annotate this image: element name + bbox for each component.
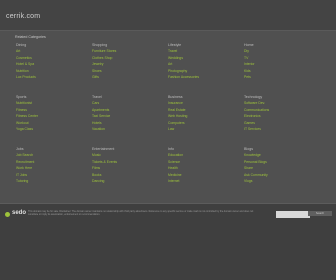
category-link[interactable]: Vlogs bbox=[244, 178, 320, 185]
category-link[interactable]: IT Services bbox=[244, 126, 320, 133]
category-link[interactable]: Internet bbox=[168, 178, 244, 185]
category-link[interactable]: Dancing bbox=[92, 178, 168, 185]
category-link[interactable]: Art bbox=[16, 48, 92, 55]
category-link[interactable]: Web Hosting bbox=[168, 113, 244, 120]
category-link[interactable]: Tutoring bbox=[16, 178, 92, 185]
category-block: Info Education Science Health Medicine Intern… bbox=[168, 146, 244, 198]
category-link[interactable]: Work Here bbox=[16, 165, 92, 172]
category-link[interactable]: Education bbox=[168, 152, 244, 159]
category-link[interactable]: Electronics bbox=[244, 113, 320, 120]
category-link[interactable]: Books bbox=[92, 172, 168, 179]
category-link[interactable]: Hotels bbox=[92, 120, 168, 127]
category-link[interactable]: IT Jobs bbox=[16, 172, 92, 179]
category-link[interactable]: Insurance bbox=[168, 100, 244, 107]
category-link[interactable]: Vacation bbox=[92, 126, 168, 133]
category-link[interactable]: Taxi Service bbox=[92, 113, 168, 120]
category-link[interactable]: Communications bbox=[244, 107, 320, 114]
category-link[interactable]: Science bbox=[168, 159, 244, 166]
category-block: Dining Art Cosmetics Hotel & Spa Nutrition Lu… bbox=[16, 42, 92, 94]
category-block: Travel Cars Apartments Taxi Service Hotels Va… bbox=[92, 94, 168, 146]
category-link[interactable]: Interior bbox=[244, 61, 320, 68]
logo-text: sedo bbox=[12, 210, 27, 216]
category-link[interactable]: Gifts bbox=[92, 74, 168, 81]
category-link[interactable]: Games bbox=[244, 120, 320, 127]
category-link[interactable]: Law bbox=[168, 126, 244, 133]
category-block: Technology Software Dev. Communications Ele… bbox=[244, 94, 320, 146]
category-block: Jobs Job Search Recruitment Work Here IT Job… bbox=[16, 146, 92, 198]
category-link[interactable]: Computers bbox=[168, 120, 244, 127]
category-link[interactable]: Recruitment bbox=[16, 159, 92, 166]
category-link[interactable]: Weddings bbox=[168, 55, 244, 62]
category-link[interactable]: Diy bbox=[244, 48, 320, 55]
category-block: Home Diy TV Interior Kids Pets bbox=[244, 42, 320, 94]
footer-divider bbox=[0, 203, 336, 204]
category-link[interactable]: Travel bbox=[168, 48, 244, 55]
search-input[interactable] bbox=[276, 211, 310, 218]
category-link[interactable]: Knowledge bbox=[244, 152, 320, 159]
category-link[interactable]: Apartments bbox=[92, 107, 168, 114]
category-link[interactable]: Photography bbox=[168, 68, 244, 75]
category-link[interactable]: Art bbox=[168, 61, 244, 68]
category-link[interactable]: Personal Blogs bbox=[244, 159, 320, 166]
category-link[interactable]: Software Dev. bbox=[244, 100, 320, 107]
category-link[interactable]: Medicine bbox=[168, 172, 244, 179]
disclaimer-text: This domain may be for sale. Disclaimer:… bbox=[28, 210, 254, 217]
category-link[interactable]: Clothes Shop bbox=[92, 55, 168, 62]
category-link[interactable]: Jewelry bbox=[92, 61, 168, 68]
category-link[interactable]: Fashion Accessories bbox=[168, 74, 244, 81]
main-content: Related Categories Dining Art Cosmetics Hot… bbox=[0, 31, 336, 203]
category-link[interactable]: Workout bbox=[16, 120, 92, 127]
logo-mark-icon bbox=[5, 212, 10, 217]
category-link[interactable]: Nutritionist bbox=[16, 100, 92, 107]
category-link[interactable]: Music bbox=[92, 152, 168, 159]
category-link[interactable]: Pets bbox=[244, 74, 320, 81]
category-link[interactable]: Cosmetics bbox=[16, 55, 92, 62]
category-block: Shopping Furniture Stores Clothes Shop Jewe… bbox=[92, 42, 168, 94]
category-link[interactable]: Real Estate bbox=[168, 107, 244, 114]
footer: sedo This domain may be for sale. Discla… bbox=[0, 203, 336, 280]
category-link[interactable]: Health bbox=[168, 165, 244, 172]
category-link[interactable]: Nutrition bbox=[16, 68, 92, 75]
category-link[interactable]: Yoga Class bbox=[16, 126, 92, 133]
category-link[interactable]: Films bbox=[92, 165, 168, 172]
category-link[interactable]: Ask Community bbox=[244, 172, 320, 179]
category-link[interactable]: Job Search bbox=[16, 152, 92, 159]
category-block: Sports Nutritionist Fitness Fitness Center W… bbox=[16, 94, 92, 146]
category-link[interactable]: TV bbox=[244, 55, 320, 62]
category-block: Lifestyle Travel Weddings Art Photography Fas… bbox=[168, 42, 244, 94]
category-link[interactable]: Fitness bbox=[16, 107, 92, 114]
category-grid: Dining Art Cosmetics Hotel & Spa Nutrition Lu… bbox=[16, 42, 322, 198]
category-link[interactable]: Lux Products bbox=[16, 74, 92, 81]
category-link[interactable]: Furniture Stores bbox=[92, 48, 168, 55]
section-title: Related Categories bbox=[15, 35, 46, 39]
category-link[interactable]: Tickets & Events bbox=[92, 159, 168, 166]
category-link[interactable]: Shoes bbox=[92, 68, 168, 75]
category-link[interactable]: Kids bbox=[244, 68, 320, 75]
category-block: Blogs Knowledge Personal Blogs Share Ask Com… bbox=[244, 146, 320, 198]
site-title[interactable]: cerrik.com bbox=[6, 13, 40, 20]
category-link[interactable]: Cars bbox=[92, 100, 168, 107]
category-link[interactable]: Share bbox=[244, 165, 320, 172]
category-block: Business Insurance Real Estate Web Hosting C… bbox=[168, 94, 244, 146]
category-link[interactable]: Fitness Center bbox=[16, 113, 92, 120]
search-button[interactable]: Search bbox=[308, 211, 332, 216]
category-block: Entertainment Music Tickets & Events Films B… bbox=[92, 146, 168, 198]
sedo-logo[interactable]: sedo bbox=[3, 210, 27, 219]
header: cerrik.com bbox=[0, 0, 336, 30]
category-link[interactable]: Hotel & Spa bbox=[16, 61, 92, 68]
